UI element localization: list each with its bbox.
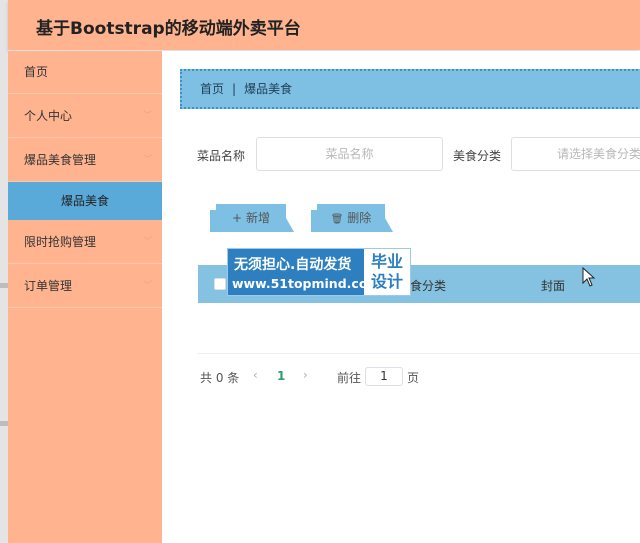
sidebar-item-order-management[interactable]: 订单管理 ﹀ [8,264,162,308]
chevron-down-icon: ﹀ [142,237,152,247]
sidebar-item-label: 订单管理 [24,279,73,293]
search-form: 菜品名称 菜品名称 美食分类 请选择美食分类 [162,137,640,173]
pagination: 共 0 条 ‹ 1 › 前往 1 页 [162,367,640,387]
breadcrumb-home[interactable]: 首页 [200,82,224,96]
main-content: 首页 | 爆品美食 菜品名称 菜品名称 美食分类 请选择美食分类 + 新增 🗑 删除… [162,51,640,543]
watermark-side-line: 设计 [370,272,403,291]
top-header: 基于Bootstrap的移动端外卖平台 [8,0,640,50]
edge-marker [0,421,8,426]
column-header-cover[interactable]: 封面 [541,277,565,294]
sidebar-item-flash-sale-management[interactable]: 限时抢购管理 ﹀ [8,220,162,264]
column-header-category[interactable]: 食分类 [410,277,446,294]
breadcrumb: 首页 | 爆品美食 [180,69,640,109]
trash-icon: 🗑 [330,214,344,225]
sidebar-item-label: 首页 [24,65,49,79]
select-all-checkbox[interactable] [214,278,226,290]
sidebar-item-label: 爆品美食管理 [24,153,97,167]
pagination-total: 共 0 条 [200,371,240,385]
sidebar-item-home[interactable]: 首页 [8,51,162,94]
chevron-down-icon: ﹀ [142,281,152,291]
pagination-page-1[interactable]: 1 [277,369,285,383]
food-category-label: 美食分类 [453,149,502,163]
sidebar-item-personal-center[interactable]: 个人中心 ﹀ [8,94,162,138]
pagination-goto-label: 前往 [337,371,362,385]
pagination-goto-input[interactable]: 1 [365,367,403,386]
watermark-side-line: 毕业 [370,252,403,271]
delete-button-label: 删除 [347,211,372,225]
table-bottom-border [198,353,640,354]
add-button-label: 新增 [245,211,270,225]
pagination-prev-icon[interactable]: ‹ [253,368,258,382]
chevron-down-icon: ﹀ [142,111,152,121]
watermark-main-text: 无须担心.自动发货 [234,257,352,273]
delete-button[interactable]: 🗑 删除 [311,204,393,232]
mouse-cursor-icon [582,267,596,287]
breadcrumb-current: 爆品美食 [244,82,293,96]
sidebar-subitem-label: 爆品美食 [60,194,109,208]
sidebar-item-label: 个人中心 [24,109,73,123]
sidebar-subitem-popular-food[interactable]: 爆品美食 [8,182,162,220]
chevron-down-icon: ﹀ [142,155,152,165]
pagination-next-icon[interactable]: › [303,368,308,382]
left-edge-strip [0,0,8,543]
watermark-banner: 无须担心.自动发货 www.51topmind.com 毕业 设计 [227,248,411,296]
add-button[interactable]: + 新增 [210,204,294,232]
pagination-page-suffix: 页 [407,371,420,385]
sidebar-item-label: 限时抢购管理 [24,235,97,249]
edge-marker [0,283,8,288]
watermark-url: www.51topmind.com [232,276,381,291]
watermark-side-badge: 毕业 设计 [364,249,410,295]
sidebar-item-popular-food-management[interactable]: 爆品美食管理 ﹀ [8,138,162,182]
dish-name-input[interactable]: 菜品名称 [256,137,443,171]
dish-name-label: 菜品名称 [197,149,246,163]
food-category-select[interactable]: 请选择美食分类 [511,137,640,171]
breadcrumb-separator: | [232,82,237,96]
sidebar: 首页 个人中心 ﹀ 爆品美食管理 ﹀ 爆品美食 限时抢购管理 ﹀ 订单管理 ﹀ [8,51,162,543]
app-title: 基于Bootstrap的移动端外卖平台 [36,19,301,39]
plus-icon: + [232,211,243,225]
